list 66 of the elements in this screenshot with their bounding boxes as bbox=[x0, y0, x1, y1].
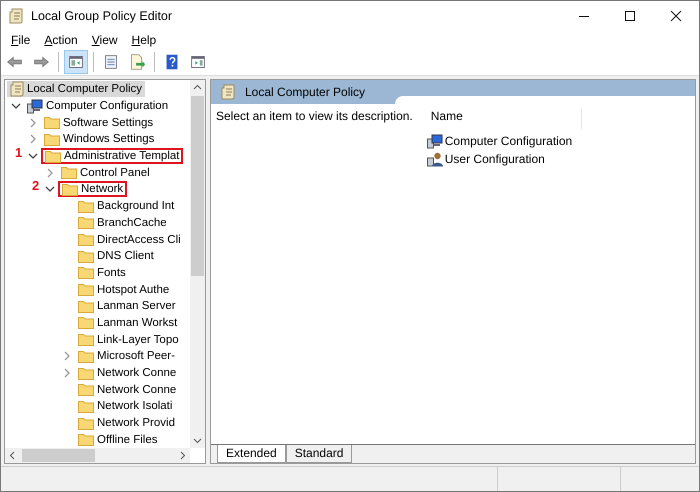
horizontal-scrollbar[interactable] bbox=[5, 448, 190, 463]
folder-icon bbox=[45, 150, 61, 163]
folder-icon bbox=[78, 400, 94, 413]
folder-icon bbox=[78, 283, 94, 296]
tree-item[interactable]: Computer Configuration bbox=[24, 98, 172, 114]
scroll-icon bbox=[221, 84, 235, 100]
scroll-icon bbox=[9, 8, 23, 24]
folder-icon bbox=[78, 300, 94, 313]
folder-icon bbox=[62, 182, 78, 196]
folder-icon bbox=[78, 333, 94, 346]
folder-icon bbox=[78, 266, 94, 280]
folder-icon bbox=[78, 366, 94, 380]
folder-icon bbox=[44, 132, 60, 146]
menu-item[interactable]: Action bbox=[38, 33, 84, 47]
tree-item[interactable]: Software Settings bbox=[41, 114, 156, 131]
menu-item[interactable]: Help bbox=[126, 33, 162, 47]
tree-item[interactable]: Network Conne bbox=[75, 365, 180, 382]
annotation-number: 2 bbox=[32, 178, 40, 194]
view-tab[interactable]: Extended bbox=[217, 445, 286, 463]
view-tab[interactable]: Standard bbox=[286, 445, 352, 463]
tree-item[interactable]: Administrative Templat bbox=[41, 148, 184, 164]
tree-item[interactable]: Network Isolati bbox=[75, 398, 176, 414]
description-text: Select an item to view its description. bbox=[216, 109, 414, 125]
scrollbar-thumb[interactable] bbox=[22, 449, 95, 462]
folder-icon bbox=[61, 166, 77, 180]
scroll-icon bbox=[10, 81, 24, 98]
folder-icon bbox=[78, 200, 94, 213]
tree-item[interactable]: Fonts bbox=[75, 264, 129, 281]
menu-item[interactable]: View bbox=[86, 33, 124, 47]
folder-icon bbox=[78, 316, 94, 330]
vertical-scrollbar[interactable] bbox=[190, 80, 205, 448]
folder-icon bbox=[78, 350, 94, 363]
tree-item[interactable]: DirectAccess Cli bbox=[75, 232, 184, 248]
list-item[interactable]: User Configuration bbox=[426, 150, 582, 168]
folder-icon bbox=[78, 416, 94, 430]
tree-item[interactable]: Local Computer Policy bbox=[7, 81, 146, 98]
column-header[interactable]: Name bbox=[426, 109, 582, 129]
list-item[interactable]: Computer Configuration bbox=[426, 132, 582, 150]
tree-item[interactable]: Background Int bbox=[75, 198, 178, 214]
tree-item[interactable]: Lanman Server bbox=[75, 298, 179, 314]
tree-item[interactable]: Hotspot Authe bbox=[75, 282, 172, 298]
annotation-number: 1 bbox=[15, 144, 22, 160]
scrollbar-thumb[interactable] bbox=[191, 96, 204, 276]
tree-item[interactable]: Microsoft Peer- bbox=[75, 348, 178, 364]
tree-item[interactable]: Control Panel bbox=[58, 164, 153, 181]
tree-item[interactable]: BranchCache bbox=[75, 214, 170, 231]
folder-icon bbox=[78, 233, 94, 246]
tree-item[interactable]: Network Conne bbox=[75, 382, 180, 398]
tree-item[interactable]: Network bbox=[58, 181, 128, 198]
pane-title: Local Computer Policy bbox=[245, 85, 366, 99]
tree-item[interactable]: Offline Files bbox=[75, 432, 161, 448]
tree-item[interactable]: Lanman Workst bbox=[75, 314, 180, 331]
folder-icon bbox=[78, 383, 94, 396]
tree-item[interactable]: Windows Settings bbox=[41, 131, 158, 148]
computer-icon bbox=[426, 134, 443, 148]
toolbar-button[interactable] bbox=[64, 50, 88, 74]
computer-icon bbox=[27, 98, 43, 114]
menu-item[interactable]: File bbox=[5, 33, 36, 47]
folder-icon bbox=[78, 250, 94, 263]
window-title: Local Group Policy Editor bbox=[31, 9, 172, 23]
tree-item[interactable]: DNS Client bbox=[75, 248, 157, 264]
folder-icon bbox=[78, 216, 94, 230]
tree-item[interactable]: Network Provid bbox=[75, 415, 178, 432]
folder-icon bbox=[44, 116, 60, 130]
tree-item[interactable]: Link-Layer Topo bbox=[75, 332, 182, 348]
user-icon bbox=[426, 152, 443, 166]
